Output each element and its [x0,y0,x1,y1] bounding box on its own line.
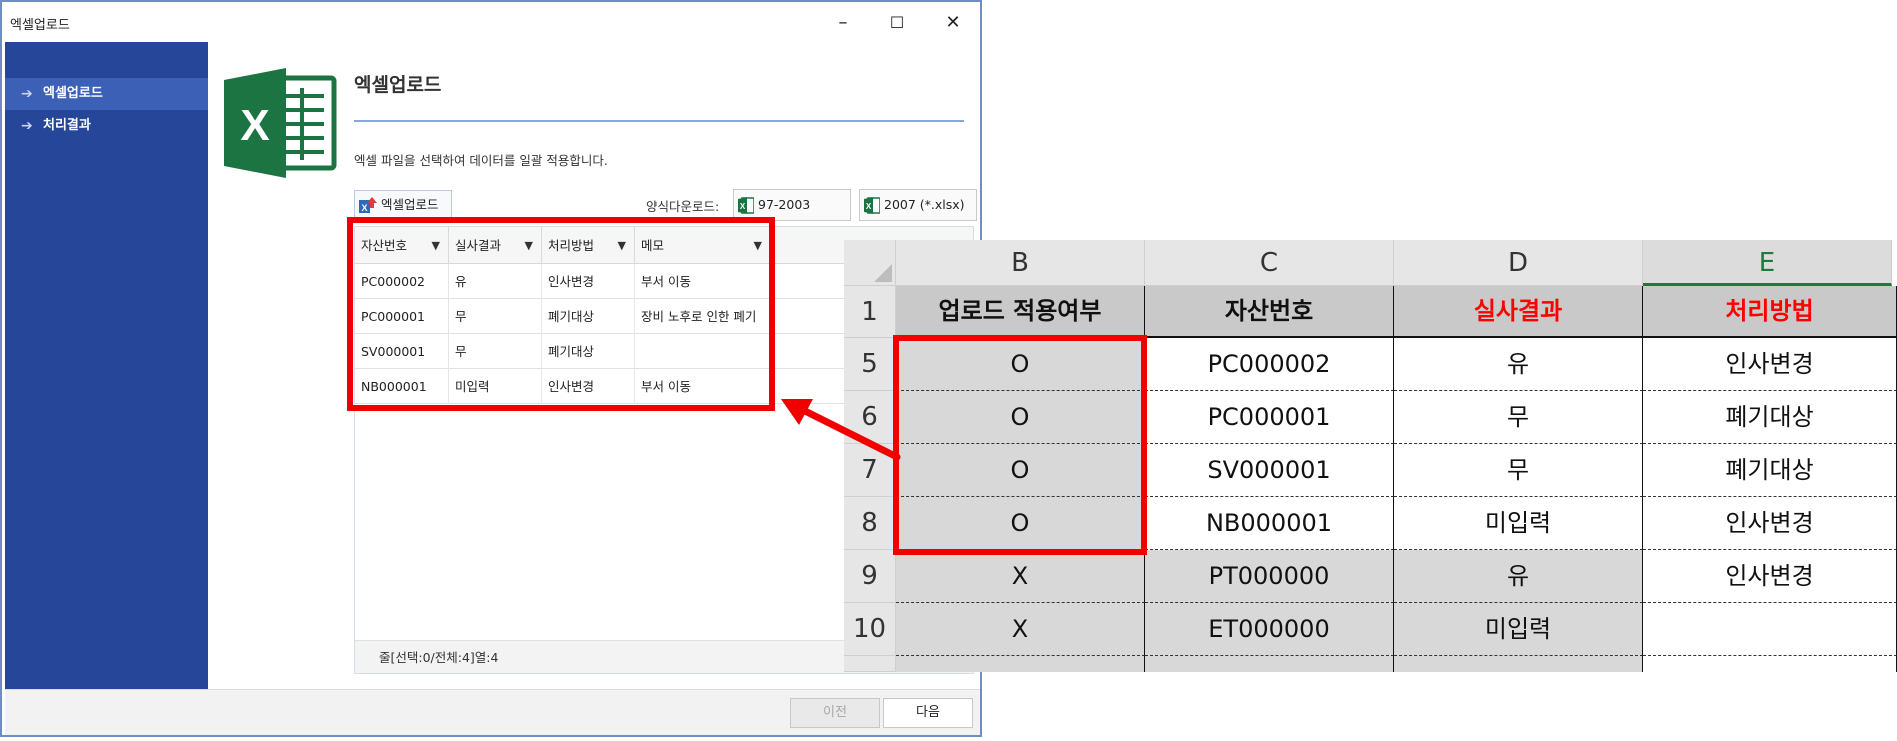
sidebar-item-results[interactable]: ➔ 처리결과 [5,110,208,142]
upload-button-label: 엑셀업로드 [381,197,439,212]
header-cell-process-method: 처리방법 [1643,286,1897,338]
download-xlsx-label: 2007 (*.xlsx) [884,197,965,212]
close-button[interactable]: ✕ [930,8,976,38]
excel-file-icon: X [738,197,754,214]
row-header: 1 [844,286,896,338]
sheet-cell [1643,656,1897,672]
svg-text:X: X [740,202,746,211]
sheet-cell: 인사변경 [1643,497,1897,550]
row-header: 10 [844,603,896,656]
sheet-cell: NB000001 [1145,497,1394,550]
sheet-cell: 유 [1394,550,1643,603]
sheet-cell [896,656,1145,672]
page-title: 엑셀업로드 [354,74,442,96]
svg-text:X: X [240,101,269,150]
sheet-cell: 유 [1394,338,1643,391]
sheet-cell: ET000000 [1145,603,1394,656]
sheet-cell: X [896,550,1145,603]
sheet-cell [1394,656,1643,672]
row-header: 5 [844,338,896,391]
column-header-b: B [896,240,1145,286]
select-all-corner [844,240,896,286]
sheet-cell: 인사변경 [1643,338,1897,391]
screenshot-root: 엑셀업로드 – ☐ ✕ ➔ 엑셀업로드 ➔ 처리결과 X 엑셀업로드 엑셀 파일… [0,0,1897,741]
sidebar-item-label: 엑셀업로드 [43,86,103,101]
header-cell-audit-result: 실사결과 [1394,286,1643,338]
sheet-cell [1145,656,1394,672]
row-header: 9 [844,550,896,603]
heading-divider [354,120,964,122]
sheet-cell: 무 [1394,391,1643,444]
page-description: 엑셀 파일을 선택하여 데이터를 일괄 적용합니다. [354,153,608,168]
minimize-button[interactable]: – [820,8,866,38]
sheet-cell: 미입력 [1394,603,1643,656]
arrow-right-icon: ➔ [21,118,33,134]
sheet-cell: 폐기대상 [1643,391,1897,444]
sheet-cell: PT000000 [1145,550,1394,603]
header-cell-apply-flag: 업로드 적용여부 [896,286,1145,338]
sidebar-item-excel-upload[interactable]: ➔ 엑셀업로드 [5,78,208,110]
sheet-cell: X [896,603,1145,656]
upload-icon: X [359,197,377,213]
arrow-right-icon: ➔ [21,86,33,102]
svg-text:X: X [361,203,367,213]
sidebar: ➔ 엑셀업로드 ➔ 처리결과 [5,42,208,689]
sheet-cell: 인사변경 [1643,550,1897,603]
column-header-c: C [1145,240,1394,286]
window-title: 엑셀업로드 [10,18,70,33]
excel-logo-icon: X [224,68,337,178]
title-bar: 엑셀업로드 – ☐ ✕ [2,2,980,42]
next-button[interactable]: 다음 [883,698,973,728]
header-cell-asset-no: 자산번호 [1145,286,1394,338]
sheet-cell: SV000001 [1145,444,1394,497]
sheet-cell: 폐기대상 [1643,444,1897,497]
sheet-cell: PC000001 [1145,391,1394,444]
column-header-e: E [1643,240,1892,286]
sheet-cell: 미입력 [1394,497,1643,550]
sheet-cell [1643,603,1897,656]
excel-file-icon: X [864,197,880,214]
prev-button[interactable]: 이전 [790,698,880,728]
maximize-button[interactable]: ☐ [874,8,920,38]
sheet-highlight-box [893,335,1147,555]
svg-text:X: X [866,202,872,211]
red-arrow-icon [781,399,901,461]
sheet-cell: 무 [1394,444,1643,497]
row-header [844,656,896,672]
download-xlsx-button[interactable]: X 2007 (*.xlsx) [859,189,977,221]
column-header-d: D [1394,240,1643,286]
download-label: 양식다운로드: [646,199,720,214]
sidebar-item-label: 처리결과 [43,118,91,133]
grid-highlight-box [347,217,775,411]
dialog-footer: 이전 다음 [5,689,980,735]
sheet-cell: PC000002 [1145,338,1394,391]
row-header: 8 [844,497,896,550]
excel-upload-button[interactable]: X 엑셀업로드 [354,190,452,220]
